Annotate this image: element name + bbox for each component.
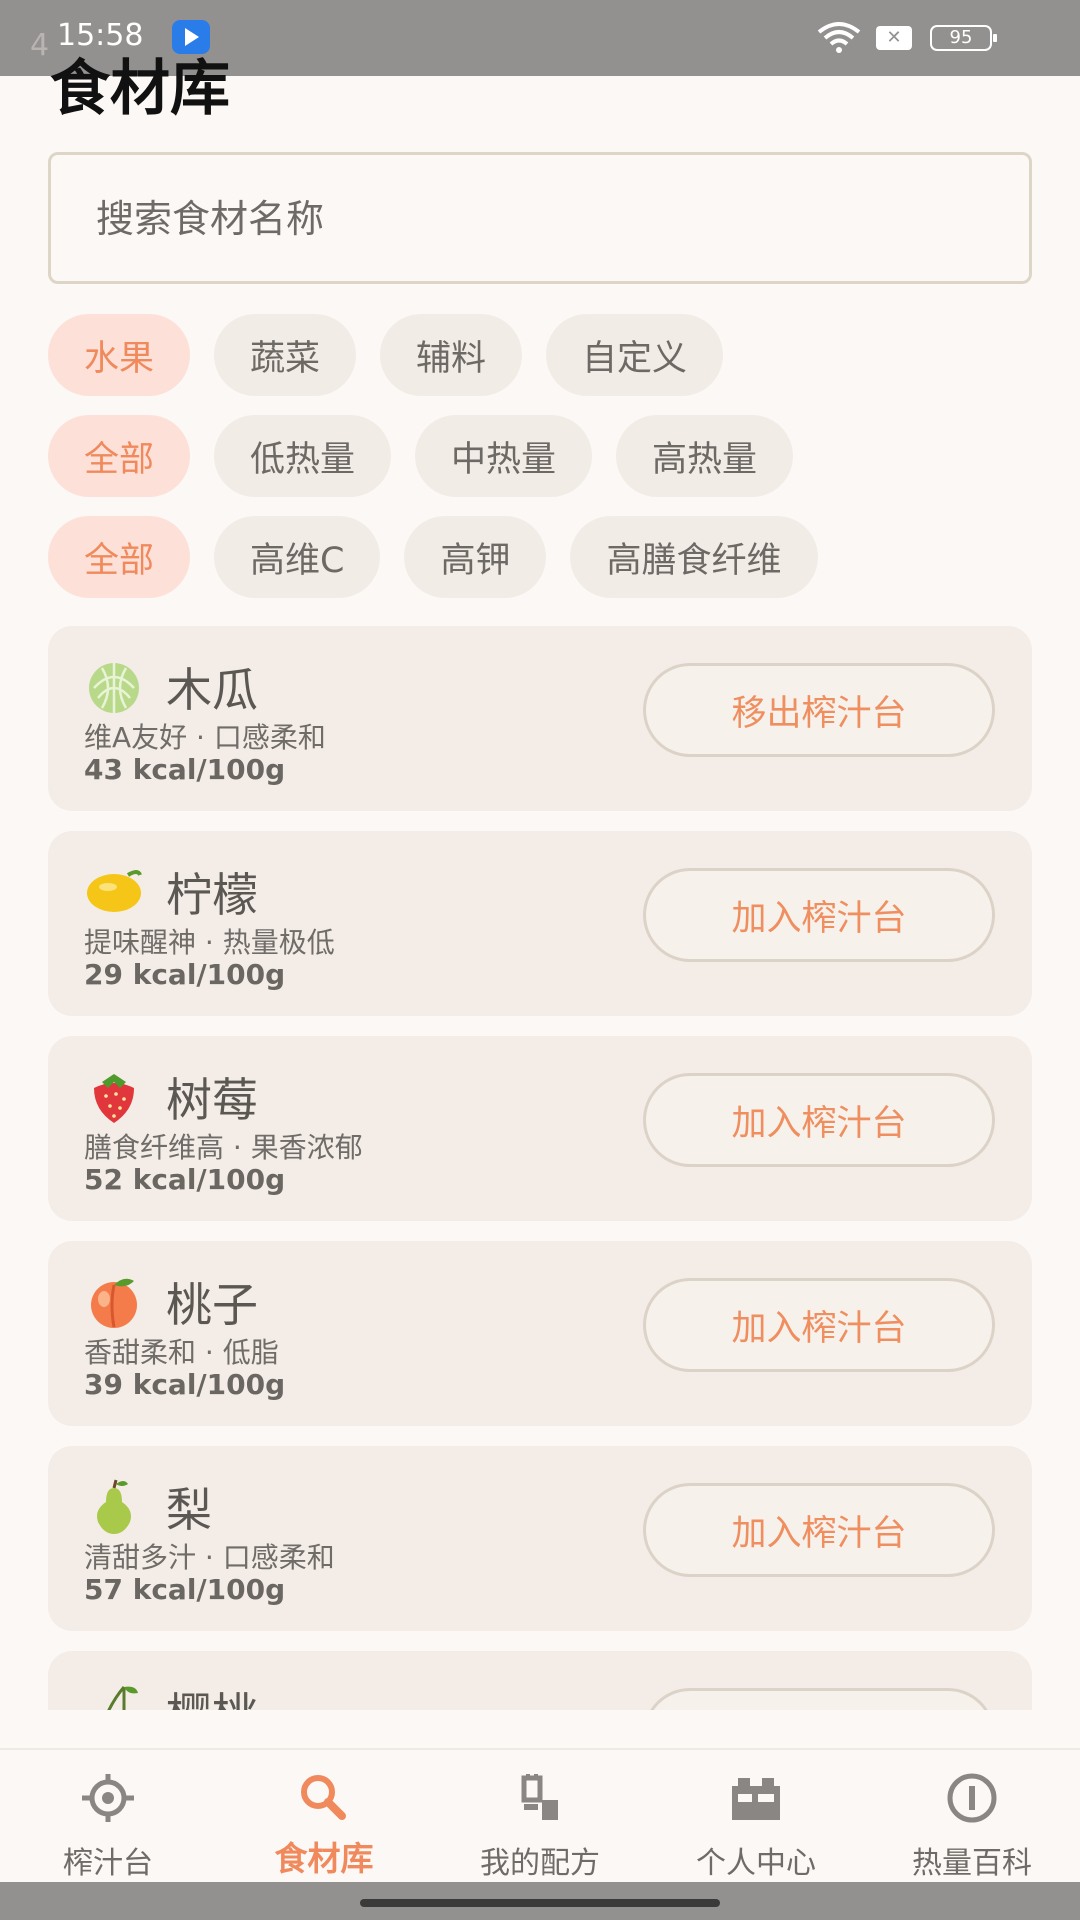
food-calories: 52 kcal/100g (84, 1163, 286, 1196)
nutrient-filter-row: 全部 高维C 高钾 高膳食纤维 (48, 516, 818, 598)
food-description: 维A友好 · 口感柔和 (84, 721, 326, 754)
food-name: 柠檬 (166, 868, 258, 922)
peach-icon (84, 1271, 144, 1331)
food-description: 香甜柔和 · 低脂 (84, 1336, 279, 1369)
recipe-icon (510, 1772, 570, 1824)
nutrient-chip[interactable]: 全部 (48, 516, 191, 598)
cherries-icon (84, 1681, 144, 1710)
food-card[interactable]: 柠檬提味醒神 · 热量极低 29 kcal/100g 加入榨汁台 (48, 831, 1032, 1016)
category-chip[interactable]: 蔬菜 (214, 314, 357, 396)
search-icon (294, 1772, 354, 1824)
food-name: 樱桃 (166, 1679, 258, 1710)
nutrient-chip[interactable]: 高膳食纤维 (570, 516, 818, 598)
add-to-juicer-button[interactable]: 加入榨汁台 (643, 1278, 995, 1372)
target-icon (78, 1772, 138, 1824)
food-name: 梨 (166, 1483, 212, 1537)
nav-item-info[interactable]: 热量百科 (864, 1750, 1080, 1882)
food-description: 清甜多汁 · 口感柔和 (84, 1541, 335, 1574)
search-input[interactable] (96, 189, 976, 249)
remove-from-juicer-button[interactable]: 移出榨汁台 (643, 663, 995, 757)
add-to-juicer-button[interactable] (643, 1688, 995, 1710)
food-calories: 39 kcal/100g (84, 1368, 286, 1401)
nav-item-target[interactable]: 榨汁台 (0, 1750, 216, 1882)
food-name: 树莓 (166, 1073, 258, 1127)
calorie-chip[interactable]: 全部 (48, 415, 191, 497)
gesture-bar (0, 1882, 1080, 1920)
calorie-chip[interactable]: 中热量 (415, 415, 593, 497)
nav-label: 个人中心 (696, 1846, 816, 1881)
calorie-chip[interactable]: 高热量 (616, 415, 794, 497)
food-calories: 29 kcal/100g (84, 958, 286, 991)
sim-icon: ✕ (876, 26, 912, 50)
bottom-nav: 榨汁台 食材库 我的配方 个人中心 热量百科 (0, 1748, 1080, 1882)
add-to-juicer-button[interactable]: 加入榨汁台 (643, 1483, 995, 1577)
food-description: 提味醒神 · 热量极低 (84, 926, 335, 959)
food-calories: 43 kcal/100g (84, 753, 286, 786)
calorie-filter-row: 全部 低热量 中热量 高热量 (48, 415, 794, 497)
screen: 4 15:58 ✕ 95 食材库 水果蔬菜辅料自定义 全部低热量中热量高热量 全… (0, 0, 1080, 1920)
food-card[interactable]: 树莓膳食纤维高 · 果香浓郁 52 kcal/100g 加入榨汁台 (48, 1036, 1032, 1221)
wifi-icon (817, 22, 861, 53)
person-icon (726, 1772, 786, 1824)
food-description: 膳食纤维高 · 果香浓郁 (84, 1131, 363, 1164)
calorie-chip[interactable]: 低热量 (214, 415, 392, 497)
food-calories: 57 kcal/100g (84, 1573, 286, 1606)
nav-label: 食材库 (274, 1839, 374, 1878)
food-card[interactable]: 木瓜维A友好 · 口感柔和 43 kcal/100g 移出榨汁台 (48, 626, 1032, 811)
category-chip[interactable]: 辅料 (380, 314, 523, 396)
nav-item-search[interactable]: 食材库 (216, 1750, 432, 1882)
nav-label: 我的配方 (480, 1846, 600, 1881)
add-to-juicer-button[interactable]: 加入榨汁台 (643, 1073, 995, 1167)
food-card[interactable]: 梨清甜多汁 · 口感柔和 57 kcal/100g 加入榨汁台 (48, 1446, 1032, 1631)
page-title: 食材库 (50, 54, 230, 124)
food-name: 桃子 (166, 1278, 258, 1332)
food-card[interactable]: 樱桃 (48, 1651, 1032, 1710)
nav-label: 热量百科 (912, 1846, 1032, 1881)
nutrient-chip[interactable]: 高维C (214, 516, 381, 598)
search-box[interactable] (48, 152, 1032, 284)
pear-icon (84, 1476, 144, 1536)
nutrient-chip[interactable]: 高钾 (404, 516, 547, 598)
strawberry-icon (84, 1066, 144, 1126)
melon-icon (84, 656, 144, 716)
category-chip[interactable]: 自定义 (546, 314, 724, 396)
food-card[interactable]: 桃子香甜柔和 · 低脂 39 kcal/100g 加入榨汁台 (48, 1241, 1032, 1426)
add-to-juicer-button[interactable]: 加入榨汁台 (643, 868, 995, 962)
status-ghost-text: 4 (30, 28, 50, 63)
category-chip[interactable]: 水果 (48, 314, 191, 396)
nav-item-recipe[interactable]: 我的配方 (432, 1750, 648, 1882)
nav-item-person[interactable]: 个人中心 (648, 1750, 864, 1882)
nav-label: 榨汁台 (63, 1846, 153, 1881)
category-filter-row: 水果 蔬菜 辅料 自定义 (48, 314, 724, 396)
info-icon (942, 1772, 1002, 1824)
battery-icon: 95 (930, 25, 997, 51)
lemon-icon (84, 861, 144, 921)
gesture-handle[interactable] (360, 1899, 720, 1907)
food-list[interactable]: 木瓜维A友好 · 口感柔和 43 kcal/100g 移出榨汁台柠檬提味醒神 · 热… (48, 626, 1032, 1710)
food-name: 木瓜 (166, 663, 258, 717)
